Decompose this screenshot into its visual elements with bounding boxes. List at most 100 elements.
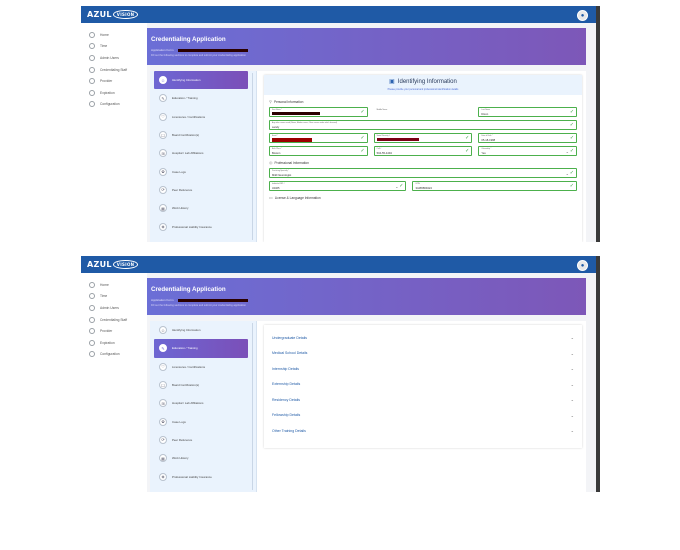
application-workspace: ☺ Identifying Information ✎ Education / Tr…	[150, 321, 586, 492]
chevron-down-icon: ⌄	[565, 171, 569, 176]
accordion-medical-school[interactable]: Medical School Details ⌄	[272, 346, 574, 362]
section-professional-information: ◎ Professional Information	[269, 160, 582, 165]
briefcase-icon: ◎	[269, 160, 273, 165]
app-logo[interactable]: AZUL VISION	[87, 10, 139, 19]
field-value: 34465869424	[415, 186, 432, 190]
section-personal-information: ⚲ Personal Information	[269, 99, 582, 104]
ssn-field[interactable]: Social Security # ✓	[373, 133, 473, 143]
accordion-externship[interactable]: Externship Details ⌄	[272, 377, 574, 393]
nav-item-expiration[interactable]: Expiration	[81, 87, 143, 99]
birth-place-field[interactable]: Birth Place * Boston ✓	[269, 146, 368, 156]
banner-subtitle: Application Form	[151, 298, 248, 302]
person-icon: ⚲	[269, 99, 272, 104]
nav-item-credentialing-staff[interactable]: Credentialing Staff	[81, 314, 143, 326]
step-education-training[interactable]: ✎ Education / Training	[150, 89, 256, 107]
accordion-label: Residency Details	[272, 397, 301, 402]
nav-item-label: Credentialing Staff	[100, 317, 128, 322]
step-licensures[interactable]: ♡ Licensures / Certifications	[150, 108, 256, 126]
refresh-icon: ⟳	[159, 435, 167, 444]
section-title: Professional Information	[274, 160, 309, 165]
accordion-undergraduate[interactable]: Undergraduate Details ⌄	[272, 330, 574, 346]
field-value: Yes	[481, 151, 486, 155]
cell-field[interactable]: Cell #504-55-4494 ✓	[373, 146, 473, 156]
step-liability-insurance[interactable]: ◈ Professional Liability Insurance	[150, 467, 256, 485]
check-icon: ✓	[569, 147, 575, 154]
upin-field[interactable]: UPIN 34465869424 ✓	[412, 181, 577, 191]
nav-item-label: Admin Users	[100, 305, 119, 310]
nav-item-home[interactable]: Home	[81, 29, 143, 41]
step-list-scrollbar[interactable]	[251, 323, 253, 490]
case-log-icon: ✿	[159, 167, 167, 176]
app-logo[interactable]: AZUL VISION	[87, 260, 139, 269]
nav-item-configuration[interactable]: Configuration	[81, 99, 143, 111]
form-row: First Name * ✓ Middle Name Last Name Dixon…	[264, 107, 582, 117]
accordion-internship[interactable]: Internship Details ⌄	[272, 361, 574, 377]
email-field[interactable]: Email * ✓	[269, 133, 368, 143]
step-licensures[interactable]: ♡ Licensures / Certifications	[150, 358, 256, 376]
citizenship-select[interactable]: Citizenship * Yes ⌄ ✓	[478, 146, 578, 156]
step-peer-reference[interactable]: ⟳ Peer Reference	[150, 181, 256, 199]
npi-field[interactable]: Individual NPI #34465 ⌄ ✓	[269, 181, 407, 191]
accordion-other-training[interactable]: Other Training Details ⌄	[272, 423, 574, 439]
document-icon: ▭	[269, 195, 273, 200]
user-avatar-icon[interactable]: ●	[577, 10, 588, 21]
step-education-training[interactable]: ✎ Education / Training	[154, 339, 248, 358]
step-identifying-information[interactable]: ☺ Identifying Information	[154, 71, 248, 90]
step-board-certifications[interactable]: ☐ Board Certification(s)	[150, 126, 256, 144]
identifying-information-form: ▣ Identifying Information Please provide …	[264, 75, 582, 242]
field-label: Any other names used (Name, Maiden name,…	[272, 122, 338, 124]
nav-item-time[interactable]: Time	[81, 41, 143, 53]
step-identifying-information[interactable]: ☺ Identifying Information	[150, 321, 256, 339]
nav-item-expiration[interactable]: Expiration	[81, 337, 143, 349]
certificate-icon: ☐	[159, 131, 167, 140]
field-value: sandy	[272, 125, 280, 129]
accordion-fellowship[interactable]: Fellowship Details ⌄	[272, 408, 574, 424]
briefcase-icon: ▦	[159, 204, 167, 213]
other-names-field[interactable]: Any other names used (Name, Maiden name,…	[269, 120, 577, 130]
date-of-birth-field[interactable]: Date of Birth * 05-18-1988 ✓	[478, 133, 578, 143]
calendar-icon	[89, 339, 95, 346]
step-board-certifications[interactable]: ☐ Board Certification(s)	[150, 376, 256, 394]
top-app-bar: AZUL VISION ●	[81, 256, 596, 273]
step-case-logs[interactable]: ✿ Case Logs	[150, 412, 256, 430]
check-icon: ✓	[569, 121, 574, 128]
chevron-down-icon: ⌄	[395, 184, 399, 189]
provider-icon	[89, 78, 95, 85]
nav-item-configuration[interactable]: Configuration	[81, 349, 143, 361]
nav-item-provider[interactable]: Provider	[81, 325, 143, 337]
window-scrollbar[interactable]	[596, 6, 600, 242]
check-icon: ✓	[399, 182, 404, 189]
step-list-scrollbar[interactable]	[251, 73, 253, 240]
step-hospital-affiliations[interactable]: ⊞ Hospital / Lab Affiliations	[150, 144, 256, 162]
step-work-history[interactable]: ▦ Work History	[150, 449, 256, 467]
last-name-field[interactable]: Last Name Dixon ✓	[478, 107, 578, 117]
step-label: Work History	[172, 206, 189, 211]
main-content: Credentialing Application Application Fo…	[147, 273, 596, 492]
accordion-label: Medical School Details	[272, 351, 308, 356]
banner-subtitle: Application Form	[151, 48, 248, 52]
step-work-history[interactable]: ▦ Work History	[150, 199, 256, 217]
nav-item-label: Expiration	[100, 340, 115, 345]
step-peer-reference[interactable]: ⟳ Peer Reference	[150, 431, 256, 449]
first-name-field[interactable]: First Name * ✓	[269, 107, 368, 117]
form-title-text: Identifying Information	[397, 79, 457, 85]
nav-item-credentialing-staff[interactable]: Credentialing Staff	[81, 64, 143, 76]
nav-item-provider[interactable]: Provider	[81, 75, 143, 87]
step-case-logs[interactable]: ✿ Case Logs	[150, 162, 256, 180]
nav-item-time[interactable]: Time	[81, 291, 143, 303]
accordion-residency[interactable]: Residency Details ⌄	[272, 392, 574, 408]
nav-item-admin-users[interactable]: Admin Users	[81, 302, 143, 314]
step-hospital-affiliations[interactable]: ⊞ Hospital / Lab Affiliations	[150, 394, 256, 412]
chevron-down-icon: ⌄	[570, 397, 574, 403]
nav-item-home[interactable]: Home	[81, 279, 143, 291]
field-value: 34465	[272, 186, 280, 190]
users-icon	[89, 304, 95, 311]
window-scrollbar[interactable]	[596, 256, 600, 492]
user-avatar-icon[interactable]: ●	[577, 260, 588, 271]
nav-item-label: Time	[100, 294, 108, 299]
middle-name-field[interactable]: Middle Name	[373, 107, 473, 117]
nav-item-admin-users[interactable]: Admin Users	[81, 52, 143, 64]
step-liability-insurance[interactable]: ◈ Professional Liability Insurance	[150, 217, 256, 235]
staff-icon	[89, 66, 95, 73]
practicing-specialty-select[interactable]: Practicing Specialty * Mild Neurologist ⌄ ✓	[269, 168, 577, 178]
